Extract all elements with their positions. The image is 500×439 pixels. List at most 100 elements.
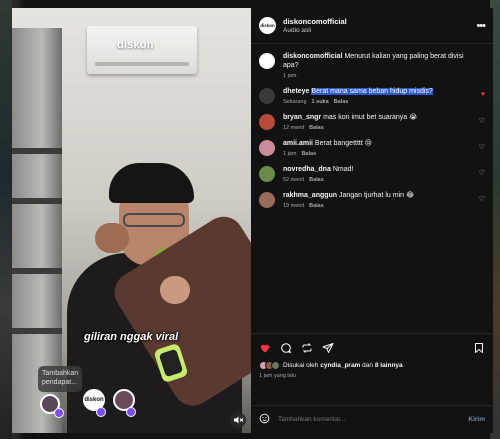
comment-row: dheteye Berat mana sama beban hidup misd… bbox=[259, 87, 485, 105]
comment-message: Berat mana sama beban hidup misdis? bbox=[311, 88, 433, 95]
comment-text: dheteye Berat mana sama beban hidup misd… bbox=[283, 87, 471, 96]
commenter-avatar[interactable] bbox=[259, 88, 275, 104]
comment-message: Berat bangettttt 😢 bbox=[314, 140, 373, 147]
more-options-icon[interactable]: ••• bbox=[476, 20, 486, 32]
backdrop-left-edge bbox=[0, 0, 12, 439]
comment-meta: 52 menit Balas bbox=[283, 177, 471, 183]
comment-like-heart-icon[interactable]: ♥ bbox=[481, 91, 485, 98]
mute-button[interactable] bbox=[230, 412, 246, 428]
action-bar: Disukai oleh cyndia_pram dan 8 lainnya 1… bbox=[251, 333, 493, 405]
video-caption: giliran nggak viral bbox=[84, 331, 179, 343]
comment-body: diskoncomofficial Menurut kalian yang pa… bbox=[283, 52, 485, 79]
posted-time: 1 jam yang lalu bbox=[259, 373, 296, 379]
comment-row: novredha_dna Nmad! 52 menit Balas ♡ bbox=[259, 165, 485, 183]
commenter-avatar[interactable] bbox=[259, 53, 275, 69]
commenter-username[interactable]: novredha_dna bbox=[283, 166, 331, 173]
comment-like-heart-icon[interactable]: ♡ bbox=[479, 195, 485, 203]
rack-bar bbox=[12, 198, 62, 204]
commenter-avatar[interactable] bbox=[259, 166, 275, 182]
liker-username[interactable]: cyndia_pram bbox=[320, 362, 360, 369]
share-send-icon[interactable] bbox=[322, 342, 334, 354]
add-opinion-pill[interactable]: Tambahkan pendapat... bbox=[38, 366, 82, 392]
commenter-username[interactable]: amii.amii bbox=[283, 140, 313, 147]
person-cap bbox=[109, 163, 194, 203]
comment-row: diskoncomofficial Menurut kalian yang pa… bbox=[259, 52, 485, 79]
comment-meta: 1 jam bbox=[283, 73, 471, 79]
comment-message: mas kon imut bet suaranya 😭 bbox=[323, 114, 418, 121]
comment-body: novredha_dna Nmad! 52 menit Balas bbox=[283, 165, 485, 183]
comment-time: 19 menit bbox=[283, 203, 305, 209]
reply-button[interactable]: Balas bbox=[309, 203, 324, 209]
comment-text: novredha_dna Nmad! bbox=[283, 165, 471, 174]
post-header: diskon diskoncomofficial Audio asli ••• bbox=[251, 8, 493, 44]
comment-time: 12 menit bbox=[283, 125, 305, 131]
likes-and: dan bbox=[362, 362, 374, 369]
reply-button[interactable]: Balas bbox=[309, 125, 324, 131]
smartwatch-face bbox=[158, 348, 184, 378]
comment-time: 1 jam bbox=[283, 151, 297, 157]
comment-like-heart-icon[interactable]: ♡ bbox=[479, 169, 485, 177]
comment-time: 1 jam bbox=[283, 73, 297, 79]
commenter-username[interactable]: bryan_sngr bbox=[283, 114, 321, 121]
commenter-avatar[interactable] bbox=[259, 192, 275, 208]
comment-like-heart-icon[interactable]: ♡ bbox=[479, 143, 485, 151]
reel-video[interactable]: diskon giliran nggak viral Tambahkan pen… bbox=[12, 8, 251, 433]
commenter-username[interactable]: rakhma_anggun bbox=[283, 192, 337, 199]
comment-input[interactable] bbox=[278, 416, 469, 423]
comment-composer: Kirim bbox=[251, 405, 493, 433]
person-glasses bbox=[123, 213, 185, 227]
audio-link[interactable]: Audio asli bbox=[283, 27, 347, 34]
comment-text: rakhma_anggun Jangan tjurhat lu min 😂 bbox=[283, 191, 471, 200]
reply-button[interactable]: Balas bbox=[301, 151, 316, 157]
likes-others-count[interactable]: 8 lainnya bbox=[375, 362, 403, 369]
comment-like-count[interactable]: 1 suka bbox=[312, 99, 329, 105]
comment-body: dheteye Berat mana sama beban hidup misd… bbox=[283, 87, 485, 105]
comments-list: diskoncomofficial Menurut kalian yang pa… bbox=[251, 44, 493, 333]
comment-message: Nmad! bbox=[332, 166, 354, 173]
like-heart-icon[interactable] bbox=[259, 342, 271, 354]
comment-body: amii.amii Berat bangettttt 😢 1 jam Balas bbox=[283, 139, 485, 157]
comment-time: Sekarang bbox=[283, 99, 307, 105]
participant-badge-icon bbox=[54, 408, 64, 418]
likes-prefix: Disukai oleh bbox=[283, 362, 319, 369]
details-panel: diskon diskoncomofficial Audio asli ••• … bbox=[251, 8, 493, 433]
post-comment-button[interactable]: Kirim bbox=[468, 416, 485, 423]
commenter-username[interactable]: diskoncomofficial bbox=[283, 53, 343, 60]
post-modal: diskon giliran nggak viral Tambahkan pen… bbox=[12, 8, 493, 433]
person-hand bbox=[95, 223, 129, 253]
comment-body: rakhma_anggun Jangan tjurhat lu min 😂 19 … bbox=[283, 191, 485, 209]
comment-text: bryan_sngr mas kon imut bet suaranya 😭 bbox=[283, 113, 471, 122]
reply-button[interactable]: Balas bbox=[309, 177, 324, 183]
participant-badge-icon bbox=[96, 407, 106, 417]
video-watermark: diskon bbox=[117, 39, 154, 51]
interviewer-hand bbox=[160, 276, 190, 304]
comment-meta: 12 menit Balas bbox=[283, 125, 471, 131]
comment-bubble-icon[interactable] bbox=[280, 342, 292, 354]
comment-time: 52 menit bbox=[283, 177, 305, 183]
bookmark-icon[interactable] bbox=[473, 342, 485, 354]
commenter-avatar[interactable] bbox=[259, 140, 275, 156]
author-avatar[interactable]: diskon bbox=[259, 17, 276, 34]
participant-badge-icon bbox=[126, 407, 136, 417]
emoji-icon[interactable] bbox=[259, 413, 270, 427]
comment-row: bryan_sngr mas kon imut bet suaranya 😭 12… bbox=[259, 113, 485, 131]
comment-row: amii.amii Berat bangettttt 😢 1 jam Balas ♡ bbox=[259, 139, 485, 157]
reply-button[interactable]: Balas bbox=[334, 99, 349, 105]
action-icons bbox=[259, 340, 485, 356]
author-username[interactable]: diskoncomofficial bbox=[283, 17, 347, 26]
likes-text: Disukai oleh cyndia_pram dan 8 lainnya bbox=[283, 362, 403, 369]
commenter-avatar[interactable] bbox=[259, 114, 275, 130]
comment-like-heart-icon[interactable]: ♡ bbox=[479, 117, 485, 125]
liker-avatar bbox=[271, 361, 280, 370]
comment-text: amii.amii Berat bangettttt 😢 bbox=[283, 139, 471, 148]
repost-icon[interactable] bbox=[301, 342, 313, 354]
rack-bar bbox=[12, 148, 62, 154]
comment-meta: 19 menit Balas bbox=[283, 203, 471, 209]
comment-body: bryan_sngr mas kon imut bet suaranya 😭 12… bbox=[283, 113, 485, 131]
commenter-username[interactable]: dheteye bbox=[283, 88, 309, 95]
ac-vent bbox=[95, 62, 189, 66]
likes-summary: Disukai oleh cyndia_pram dan 8 lainnya bbox=[259, 361, 485, 370]
comment-meta: Sekarang 1 suka Balas bbox=[283, 99, 471, 105]
speaker-muted-icon bbox=[234, 416, 244, 424]
comment-row: rakhma_anggun Jangan tjurhat lu min 😂 19 … bbox=[259, 191, 485, 209]
